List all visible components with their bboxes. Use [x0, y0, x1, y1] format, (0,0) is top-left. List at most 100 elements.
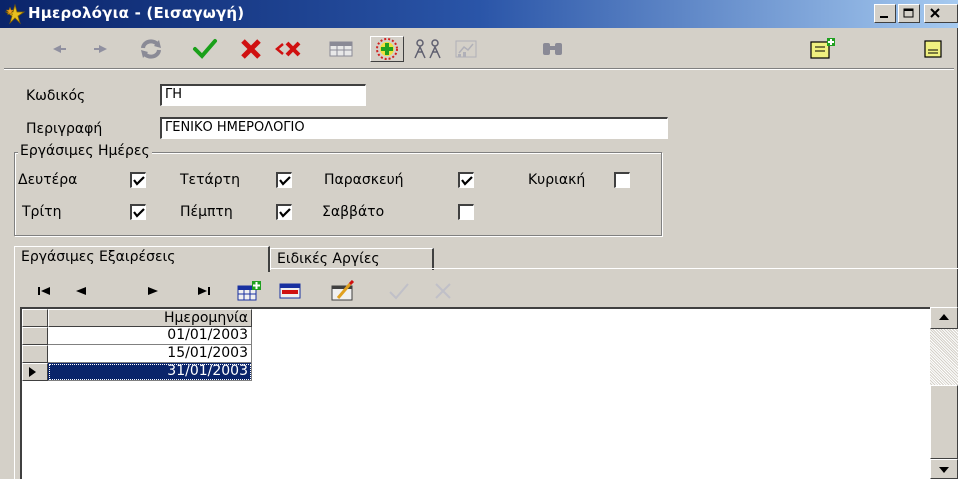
row-header[interactable]: [22, 345, 48, 363]
people-icon: [414, 39, 441, 59]
doc-icon: [924, 40, 942, 58]
toolbar-add-button[interactable]: [370, 36, 404, 62]
description-input[interactable]: ΓΕΝΙΚΟ ΗΜΕΡΟΛΟΓΙΟ: [160, 117, 668, 139]
toolbar-refresh-button[interactable]: [136, 36, 166, 62]
toolbar-new-doc-button[interactable]: [808, 36, 838, 62]
delete-record-icon: [279, 283, 301, 299]
grid-column-header[interactable]: Ημερομηνία: [48, 309, 252, 327]
toolbar-table-button[interactable]: [326, 36, 356, 62]
cancel-edit-icon: [435, 283, 451, 299]
wednesday-checkbox[interactable]: [276, 172, 292, 188]
refresh-icon: [141, 39, 161, 59]
insert-record-icon: [237, 281, 261, 301]
nav-post-button[interactable]: [384, 278, 414, 304]
close-icon: [930, 8, 940, 18]
title-bar[interactable]: Ημερολόγια - (Εισαγωγή): [0, 0, 958, 28]
current-row-indicator-icon: [29, 367, 36, 377]
edit-record-icon: [331, 280, 355, 301]
maximize-button[interactable]: [898, 4, 920, 23]
arrow-down-icon: [939, 467, 949, 473]
prior-record-icon: [76, 287, 86, 295]
checkmark-icon: [133, 176, 145, 186]
nav-edit-button[interactable]: [328, 278, 358, 304]
grid-cell-date[interactable]: 15/01/2003: [48, 345, 252, 363]
scroll-up-button[interactable]: [930, 307, 958, 329]
calendar-window: Ημερολόγια - (Εισαγωγή) Κωδικός ΓΗ Περιγ…: [0, 0, 958, 479]
toolbar-undo-cancel-button[interactable]: [274, 36, 304, 62]
monday-checkbox[interactable]: [130, 172, 146, 188]
nav-next-button[interactable]: [138, 278, 168, 304]
last-record-icon: [198, 287, 210, 295]
day-label-tuesday: Τρίτη: [22, 204, 62, 220]
day-label-wednesday: Τετάρτη: [180, 172, 240, 188]
day-label-monday: Δευτέρα: [18, 172, 78, 188]
day-label-friday: Παρασκευή: [324, 172, 404, 188]
day-label-sunday: Κυριακή: [528, 172, 586, 188]
description-label: Περιγραφή: [26, 121, 103, 137]
window-title: Ημερολόγια - (Εισαγωγή): [28, 4, 245, 22]
tab-special-holidays[interactable]: Ειδικές Αργίες: [270, 248, 434, 270]
scroll-thumb[interactable]: [930, 385, 958, 459]
cancel-icon: [241, 39, 261, 59]
maximize-icon: [903, 8, 914, 18]
nav-delete-button[interactable]: [276, 278, 306, 304]
scroll-track[interactable]: [930, 329, 958, 385]
checkmark-icon: [133, 208, 145, 218]
tuesday-checkbox[interactable]: [130, 204, 146, 220]
checkmark-icon: [279, 208, 291, 218]
checkmark-icon: [279, 176, 291, 186]
grid-corner: [22, 309, 48, 327]
minimize-button[interactable]: [874, 4, 896, 23]
grid-cell-date[interactable]: 01/01/2003: [48, 327, 252, 345]
tab-work-exceptions[interactable]: Εργάσιμες Εξαιρέσεις: [14, 246, 270, 272]
first-record-icon: [38, 287, 50, 295]
prev-icon: [53, 45, 66, 53]
toolbar-doc-button[interactable]: [918, 36, 948, 62]
toolbar-save-button[interactable]: [190, 36, 220, 62]
grid-vertical-scrollbar[interactable]: [930, 307, 958, 479]
saturday-checkbox[interactable]: [458, 204, 474, 220]
arrow-up-icon: [939, 314, 949, 320]
main-toolbar: [0, 28, 958, 68]
code-label: Κωδικός: [26, 88, 86, 104]
table-icon: [329, 41, 353, 57]
nav-insert-button[interactable]: [234, 278, 264, 304]
nav-last-button[interactable]: [188, 278, 218, 304]
toolbar-next-button[interactable]: [86, 36, 116, 62]
post-check-icon: [389, 283, 409, 300]
toolbar-chart-button[interactable]: [452, 36, 482, 62]
checkmark-icon: [461, 176, 473, 186]
add-icon: [376, 38, 398, 60]
nav-cancel-button[interactable]: [428, 278, 458, 304]
code-input[interactable]: ΓΗ: [160, 84, 366, 106]
toolbar-prev-button[interactable]: [44, 36, 74, 62]
sunday-checkbox[interactable]: [614, 172, 630, 188]
row-header-current[interactable]: [22, 363, 48, 381]
toolbar-find-button[interactable]: [538, 36, 568, 62]
minimize-icon: [880, 16, 888, 18]
chart-icon: [455, 40, 477, 58]
toolbar-people-button[interactable]: [412, 36, 442, 62]
friday-checkbox[interactable]: [458, 172, 474, 188]
next-record-icon: [148, 287, 158, 295]
day-label-thursday: Πέμπτη: [180, 204, 233, 220]
toolbar-cancel-button[interactable]: [236, 36, 266, 62]
close-button[interactable]: [924, 4, 958, 23]
toolbar-separator: [4, 68, 954, 70]
binoculars-icon: [543, 43, 562, 55]
workdays-group: [14, 152, 662, 236]
day-label-saturday: Σαββάτο: [322, 204, 385, 220]
row-header[interactable]: [22, 327, 48, 345]
scroll-down-button[interactable]: [930, 459, 958, 479]
app-star-icon: [4, 3, 26, 25]
check-icon: [193, 39, 217, 59]
thursday-checkbox[interactable]: [276, 204, 292, 220]
undo-cancel-icon: [275, 41, 301, 57]
grid-cell-date-selected[interactable]: 31/01/2003: [48, 363, 252, 381]
next-icon: [94, 45, 107, 53]
dates-grid[interactable]: Ημερομηνία 01/01/2003 15/01/2003 31/01/2…: [20, 307, 958, 479]
workdays-group-title: Εργάσιμες Ημέρες: [18, 143, 152, 159]
nav-first-button[interactable]: [30, 278, 60, 304]
new-doc-icon: [810, 38, 835, 59]
nav-prior-button[interactable]: [66, 278, 96, 304]
